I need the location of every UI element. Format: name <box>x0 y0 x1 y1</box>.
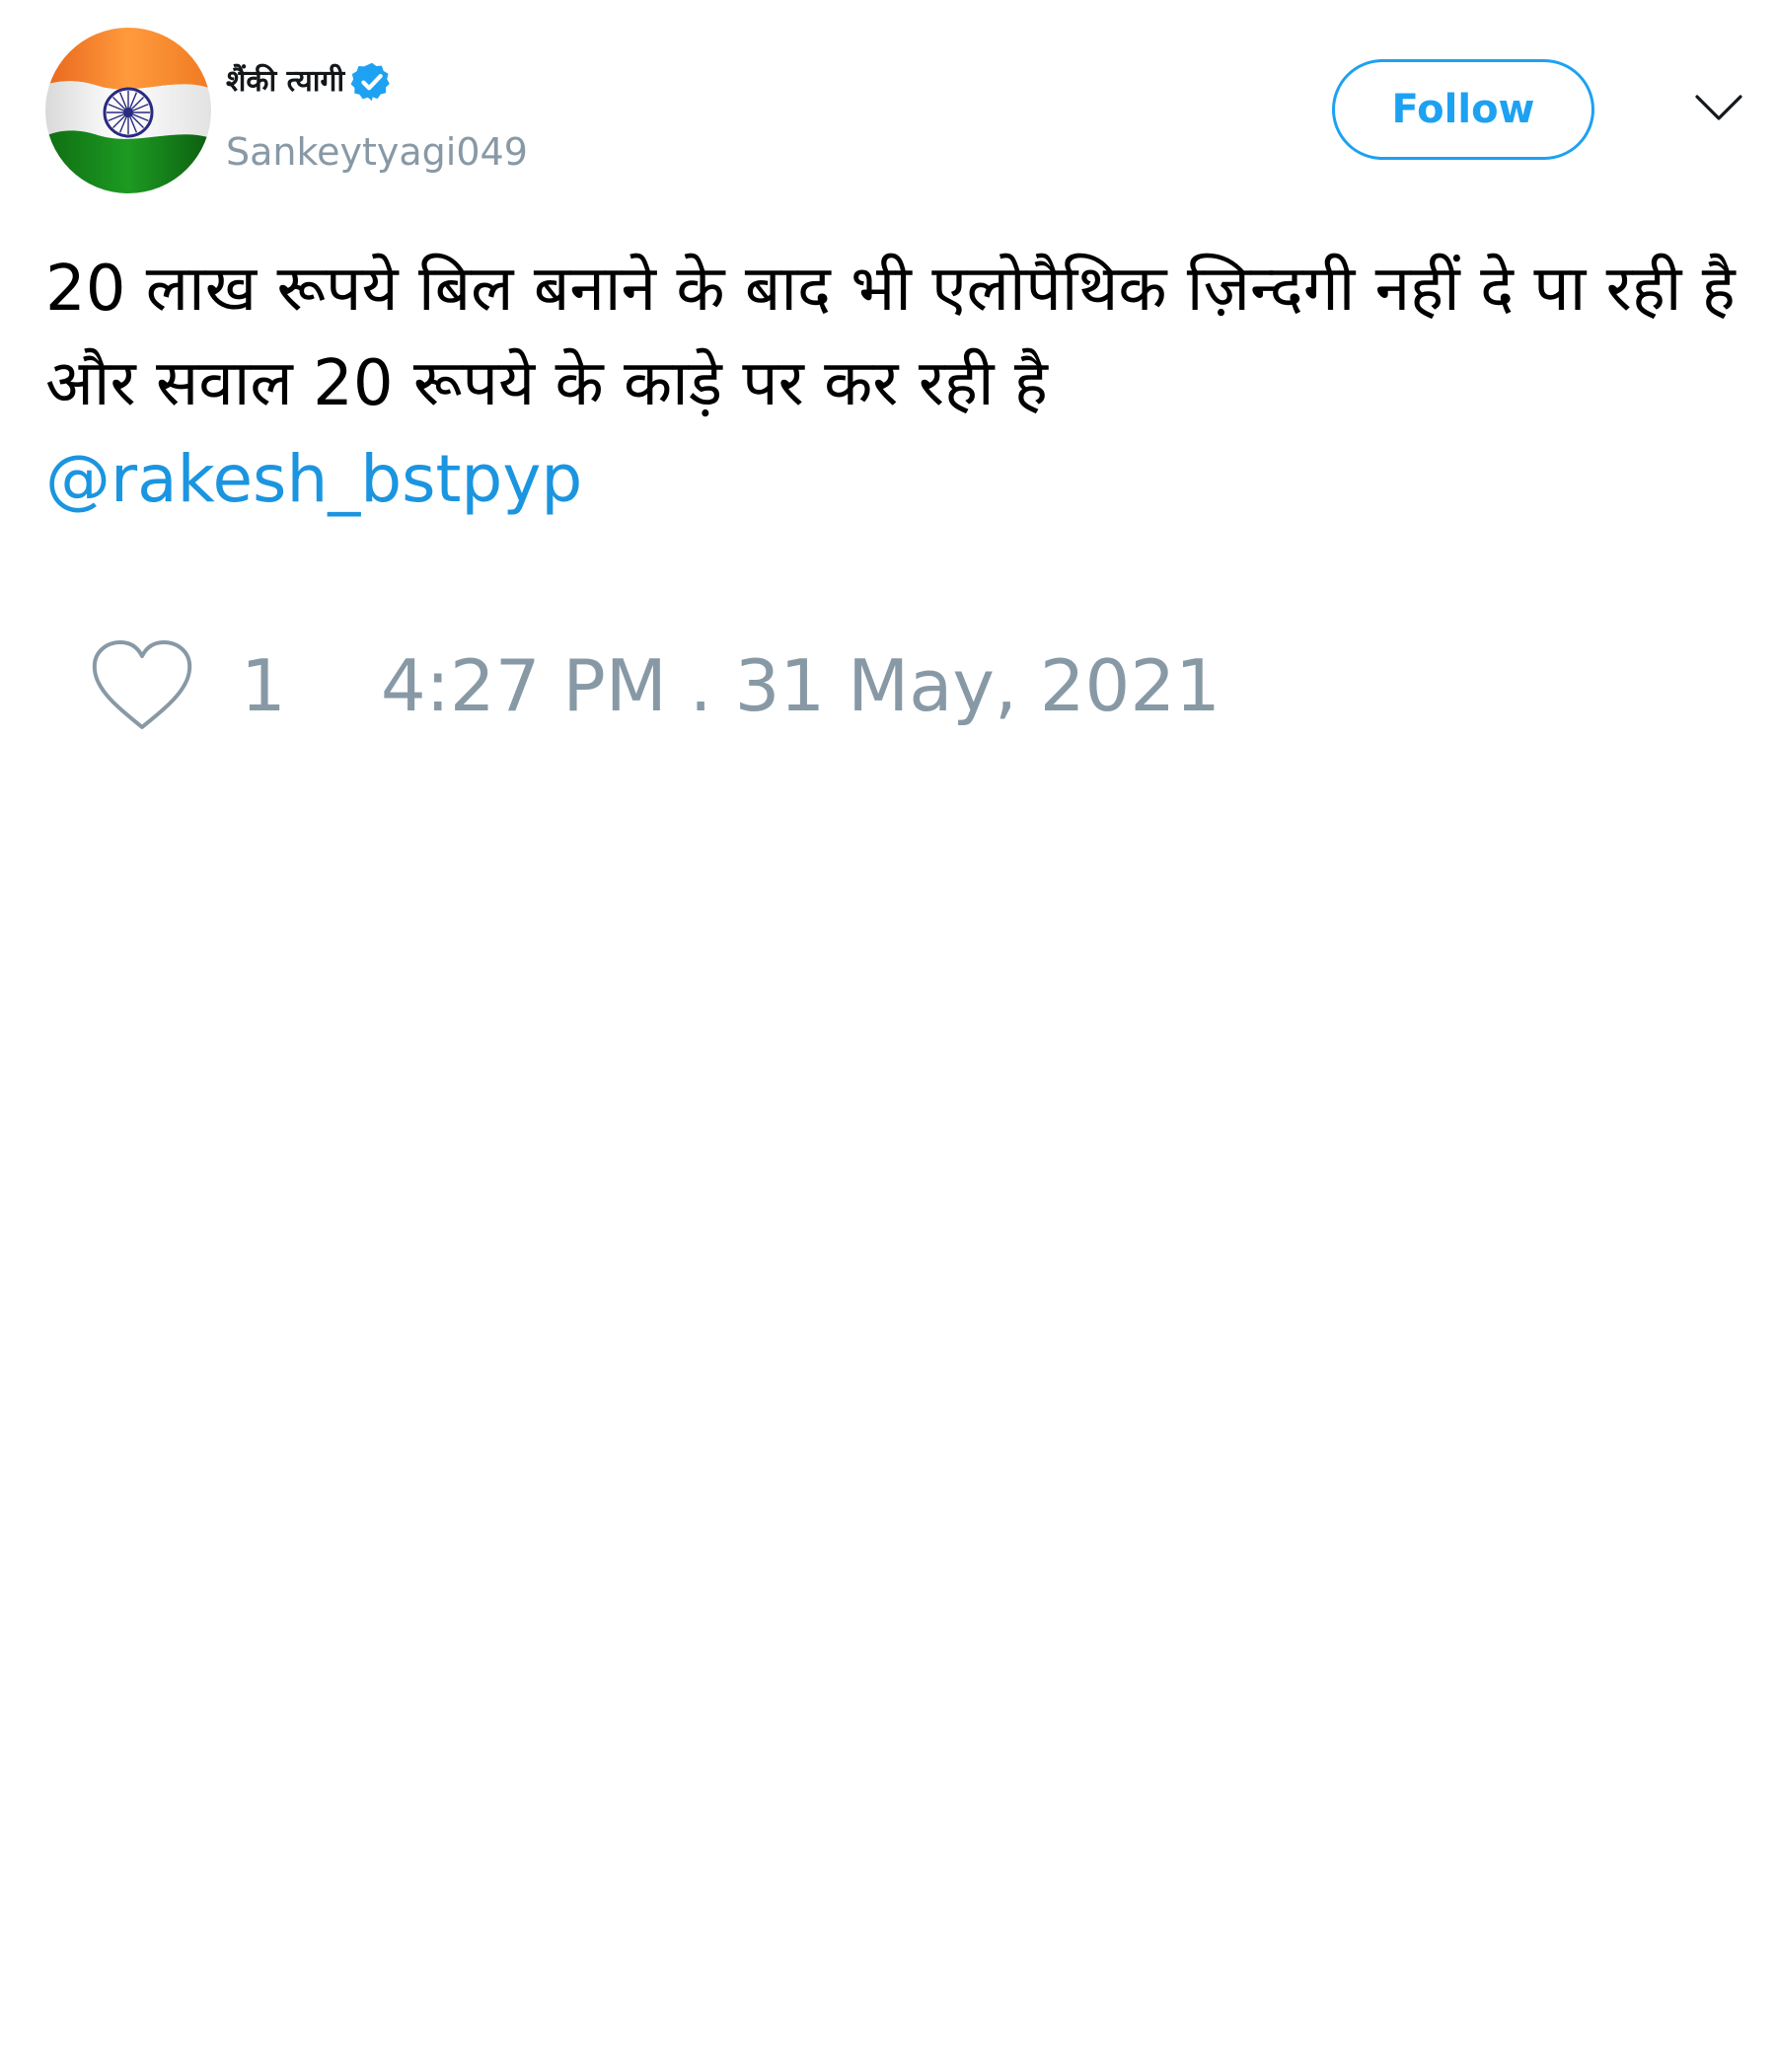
like-count: 1 <box>241 644 286 727</box>
username[interactable]: Sankeytyagi049 <box>226 125 528 179</box>
timestamp[interactable]: 4:27 PM . 31 May, 2021 <box>381 631 1221 740</box>
tweet-text: 20 लाख रूपये बिल बनाने के बाद भी एलोपैथि… <box>45 253 1736 420</box>
india-flag-icon <box>45 28 211 193</box>
mention-link[interactable]: @rakesh_bstpyp <box>45 432 582 527</box>
chevron-down-icon[interactable] <box>1693 91 1744 126</box>
display-name[interactable]: शैंकी त्यागी <box>226 57 344 107</box>
follow-button[interactable]: Follow <box>1332 59 1594 160</box>
heart-icon[interactable] <box>89 636 195 735</box>
avatar[interactable] <box>45 28 211 193</box>
author-name-row[interactable]: शैंकी त्यागी <box>226 57 394 107</box>
tweet-actions: 1 4:27 PM . 31 May, 2021 <box>89 631 1221 740</box>
verified-badge-icon <box>350 62 390 102</box>
tweet-card: शैंकी त्यागी Sankeytyagi049 Follow 20 ला… <box>0 0 1776 2072</box>
